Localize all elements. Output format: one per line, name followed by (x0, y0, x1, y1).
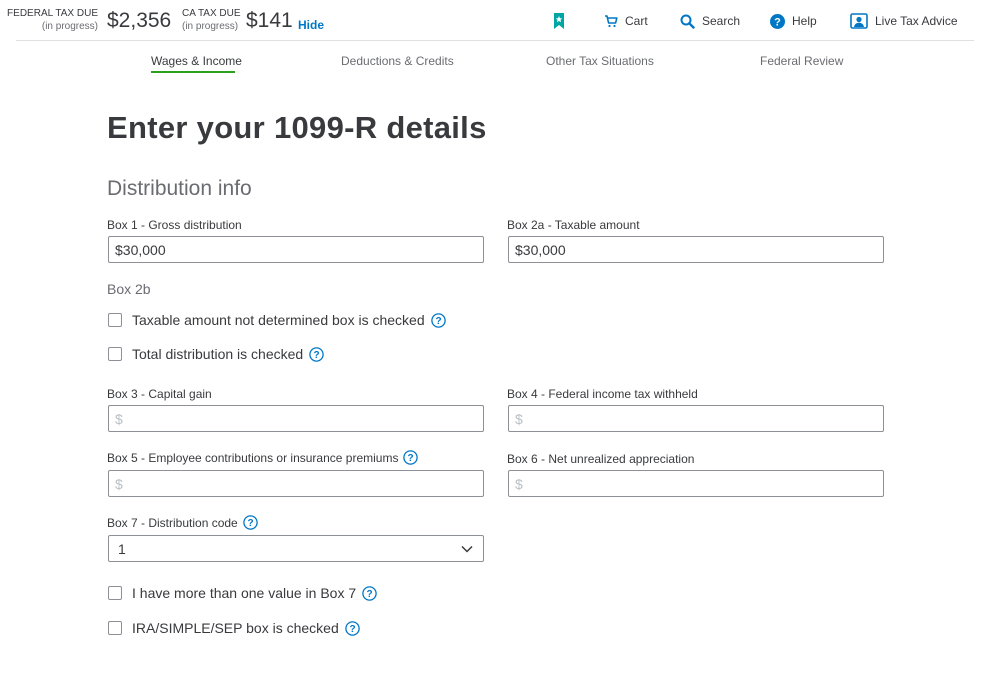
box5-employee-contributions-input[interactable]: $ (108, 470, 484, 497)
ira-sep-checkbox[interactable] (108, 621, 122, 635)
cart-button[interactable]: Cart (604, 11, 648, 31)
help-circle-icon[interactable]: ? (344, 620, 360, 636)
state-tax-status: (in progress) (182, 21, 239, 32)
chevron-down-icon (461, 545, 473, 553)
help-circle-icon[interactable]: ? (430, 312, 446, 328)
svg-text:?: ? (314, 350, 320, 361)
bookmark-button[interactable] (553, 11, 572, 31)
ira-sep-row: IRA/SIMPLE/SEP box is checked ? (108, 620, 360, 636)
section-title: Distribution info (107, 177, 252, 200)
ira-sep-label: IRA/SIMPLE/SEP box is checked (132, 620, 339, 636)
box7-selected-value: 1 (118, 540, 126, 557)
svg-text:?: ? (349, 624, 355, 635)
help-circle-icon[interactable]: ? (362, 585, 377, 601)
help-icon: ? (770, 13, 785, 29)
taxable-not-determined-checkbox[interactable] (108, 313, 122, 327)
help-label: Help (792, 14, 817, 28)
total-distribution-checkbox[interactable] (108, 347, 122, 361)
active-tab-indicator (151, 71, 235, 73)
section-tabs: Wages & Income Deductions & Credits Othe… (0, 54, 999, 78)
help-button[interactable]: ? Help (770, 11, 817, 31)
search-icon (680, 14, 695, 29)
box7-label: Box 7 - Distribution code (107, 515, 238, 530)
total-distribution-label: Total distribution is checked (132, 346, 304, 362)
taxable-not-determined-row: Taxable amount not determined box is che… (108, 312, 446, 328)
page-title: Enter your 1099-R details (107, 110, 487, 145)
bookmark-icon (554, 13, 564, 29)
federal-tax-label: FEDERAL TAX DUE (7, 8, 98, 19)
federal-tax-status: (in progress) (41, 21, 98, 32)
box4-label: Box 4 - Federal income tax withheld (507, 387, 698, 401)
hide-tax-due-link[interactable]: Hide (298, 18, 324, 32)
cart-icon (605, 15, 618, 28)
taxable-not-determined-label: Taxable amount not determined box is che… (132, 312, 425, 328)
more-than-one-label: I have more than one value in Box 7 (132, 585, 357, 601)
state-tax-label: CA TAX DUE (182, 8, 241, 19)
more-than-one-checkbox[interactable] (108, 586, 122, 600)
tab-other-tax-situations[interactable]: Other Tax Situations (546, 54, 654, 68)
help-circle-icon[interactable]: ? (403, 450, 419, 465)
svg-text:?: ? (408, 453, 414, 464)
cart-label: Cart (625, 14, 648, 28)
box3-capital-gain-input[interactable]: $ (108, 405, 484, 432)
box5-label-row: Box 5 - Employee contributions or insura… (107, 450, 419, 465)
federal-tax-amount: $2,356 (107, 9, 172, 32)
search-button[interactable]: Search (680, 11, 740, 31)
search-label: Search (702, 14, 741, 28)
more-than-one-row: I have more than one value in Box 7 ? (108, 585, 377, 601)
live-tax-advice-button[interactable]: Live Tax Advice (850, 11, 958, 31)
box6-net-unrealized-input[interactable]: $ (508, 470, 884, 497)
help-circle-icon[interactable]: ? (242, 515, 258, 530)
box3-label: Box 3 - Capital gain (107, 387, 212, 401)
top-bar: FEDERAL TAX DUE (in progress) $2,356 CA … (0, 0, 999, 41)
box4-federal-withheld-input[interactable]: $ (508, 405, 884, 432)
header-divider (16, 40, 974, 41)
total-distribution-row: Total distribution is checked ? (108, 346, 324, 362)
svg-text:?: ? (247, 518, 253, 529)
svg-text:?: ? (435, 316, 441, 327)
tab-federal-review[interactable]: Federal Review (760, 54, 843, 68)
svg-text:?: ? (367, 589, 373, 600)
svg-text:?: ? (774, 16, 781, 28)
box6-label: Box 6 - Net unrealized appreciation (507, 452, 695, 466)
box7-label-row: Box 7 - Distribution code ? (107, 515, 258, 530)
help-circle-icon[interactable]: ? (309, 346, 324, 362)
box1-gross-distribution-input[interactable]: $30,000 (108, 236, 484, 263)
box1-label: Box 1 - Gross distribution (107, 218, 242, 232)
box2a-taxable-amount-input[interactable]: $30,000 (508, 236, 884, 263)
state-tax-amount: $141 (246, 9, 293, 32)
box5-label: Box 5 - Employee contributions or insura… (107, 450, 399, 465)
live-advice-label: Live Tax Advice (875, 14, 958, 28)
box2b-heading: Box 2b (107, 281, 151, 297)
tab-deductions-credits[interactable]: Deductions & Credits (341, 54, 454, 68)
live-advice-icon (850, 13, 868, 29)
box2a-label: Box 2a - Taxable amount (507, 218, 640, 232)
box7-distribution-code-select[interactable]: 1 (108, 535, 484, 562)
tab-wages-income[interactable]: Wages & Income (151, 54, 242, 68)
